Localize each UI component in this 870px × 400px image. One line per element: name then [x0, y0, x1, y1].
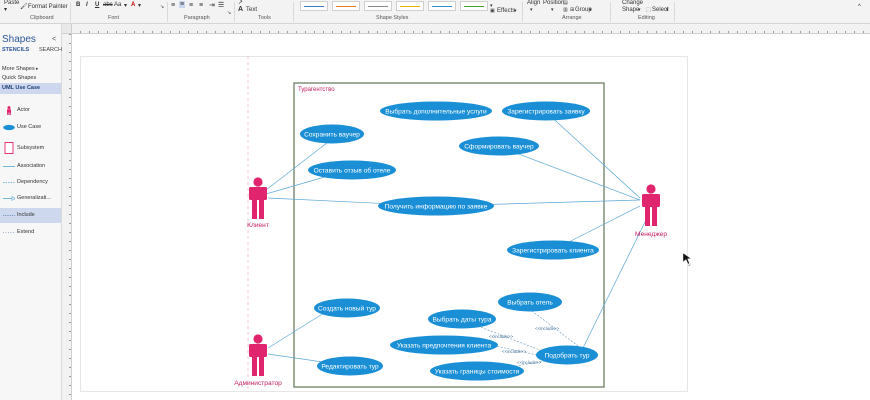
- use-case-label: Редактировать тур: [321, 364, 379, 371]
- include-label: <<include>>: [502, 349, 527, 354]
- use-case-tour-dates[interactable]: Выбрать даты тура: [428, 309, 496, 329]
- use-case-extra-services[interactable]: Выбрать дополнительные услуги: [380, 101, 492, 121]
- svg-text:↙: ↙: [688, 262, 691, 267]
- use-case-leave-review[interactable]: Оставить отзыв об отеле: [308, 160, 396, 180]
- use-case-client-prefs[interactable]: Указать предпочтения клиента: [390, 335, 498, 355]
- actor-label: Клиент: [247, 222, 269, 229]
- use-case-get-info[interactable]: Получить информацию по заявке: [378, 196, 494, 216]
- use-case-label: Сохранить ваучер: [304, 132, 360, 139]
- visio-window: Paste ▾ 🖌 Format Painter Clipboard B I U…: [0, 0, 870, 400]
- use-case-pick-tour[interactable]: Подобрать тур: [536, 345, 598, 365]
- use-case-create-tour[interactable]: Создать новый тур: [314, 298, 380, 318]
- include-label: <<include>>: [517, 360, 542, 365]
- use-case-form-voucher[interactable]: Сформировать ваучер: [459, 136, 539, 156]
- use-cases: Выбрать дополнительные услуги Зарегистри…: [300, 101, 599, 381]
- mouse-cursor-icon: ↙: [682, 252, 692, 267]
- include-label: <<include>>: [489, 334, 514, 339]
- use-case-label: Указать границы стоимости: [435, 369, 520, 376]
- use-case-label: Создать новый тур: [318, 305, 376, 313]
- association-line[interactable]: [579, 219, 647, 355]
- use-case-label: Указать предпочтения клиента: [397, 343, 492, 350]
- actor-manager[interactable]: Менеджер: [635, 184, 667, 238]
- use-case-register-request[interactable]: Зарегистрировать заявку: [502, 101, 590, 121]
- use-case-save-voucher[interactable]: Сохранить ваучер: [300, 124, 364, 144]
- actor-label: Менеджер: [635, 231, 667, 238]
- use-case-label: Зарегистрировать клиента: [512, 248, 594, 255]
- use-case-label: Зарегистрировать заявку: [507, 109, 585, 116]
- use-case-label: Получить информацию по заявке: [385, 204, 488, 211]
- use-case-select-hotel[interactable]: Выбрать отель: [498, 292, 562, 312]
- use-case-edit-tour[interactable]: Редактировать тур: [317, 356, 383, 376]
- use-case-label: Подобрать тур: [544, 352, 589, 360]
- association-line[interactable]: [545, 111, 641, 199]
- use-case-label: Выбрать даты тура: [432, 316, 491, 324]
- use-case-label: Выбрать дополнительные услуги: [385, 108, 487, 116]
- association-line[interactable]: [499, 146, 641, 201]
- system-boundary-label: Турагентство: [298, 87, 335, 93]
- use-case-label: Сформировать ваучер: [464, 144, 534, 151]
- actor-label: Администратор: [234, 380, 282, 387]
- use-case-label: Выбрать отель: [507, 299, 553, 307]
- include-label: <<include>>: [535, 326, 560, 331]
- use-case-price-limits[interactable]: Указать границы стоимости: [430, 361, 524, 381]
- use-case-register-client[interactable]: Зарегистрировать клиента: [507, 240, 599, 260]
- actor-admin[interactable]: Администратор: [234, 334, 282, 387]
- use-case-label: Оставить отзыв об отеле: [314, 167, 391, 175]
- actor-client[interactable]: Клиент: [247, 177, 269, 229]
- use-case-diagram: Турагентство <<include>> <<include>> <<i…: [234, 56, 692, 392]
